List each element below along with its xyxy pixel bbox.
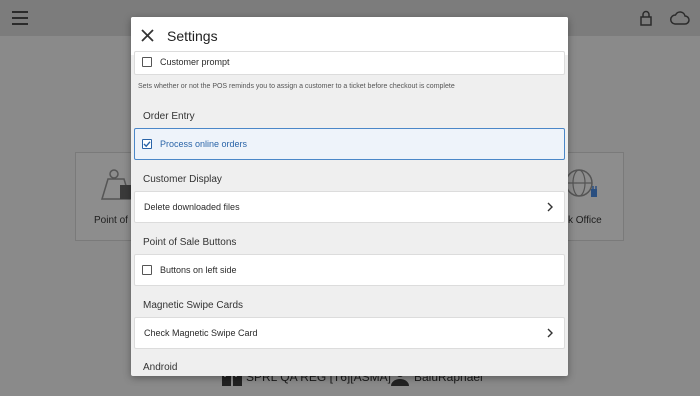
buttons-on-left-row[interactable]: Buttons on left side [134,254,565,286]
hamburger-menu-icon[interactable] [12,11,28,25]
customer-prompt-hint: Sets whether or not the POS reminds you … [138,83,455,90]
settings-list[interactable]: Customer prompt Sets whether or not the … [131,51,568,376]
checkbox-checked-icon[interactable] [142,139,152,149]
close-icon[interactable] [138,26,158,46]
chevron-right-icon [547,328,553,338]
customer-prompt-row[interactable]: Customer prompt [134,51,565,75]
globe-plug-icon [565,169,597,197]
cloud-icon[interactable] [670,11,690,25]
settings-dialog: Settings Customer prompt Sets whether or… [131,17,568,376]
dialog-title: Settings [167,28,218,44]
process-online-orders-row[interactable]: Process online orders [134,128,565,160]
tile-label-back-office: ck Office [563,215,602,226]
section-order-entry: Order Entry [143,111,195,122]
customer-prompt-label: Customer prompt [160,57,230,67]
section-android: Android [143,362,178,373]
process-online-orders-label: Process online orders [160,139,248,149]
buttons-on-left-label: Buttons on left side [160,265,237,275]
check-magnetic-swipe-label: Check Magnetic Swipe Card [144,328,258,338]
section-customer-display: Customer Display [143,174,222,185]
checkbox-icon[interactable] [142,57,152,67]
delete-downloaded-files-row[interactable]: Delete downloaded files [134,191,565,223]
dialog-header: Settings [131,17,568,55]
section-magnetic-swipe: Magnetic Swipe Cards [143,300,244,311]
check-magnetic-swipe-row[interactable]: Check Magnetic Swipe Card [134,317,565,349]
section-pos-buttons: Point of Sale Buttons [143,237,237,248]
checkbox-icon[interactable] [142,265,152,275]
delete-downloaded-files-label: Delete downloaded files [144,202,240,212]
chevron-right-icon [547,202,553,212]
lock-icon[interactable] [639,10,653,26]
